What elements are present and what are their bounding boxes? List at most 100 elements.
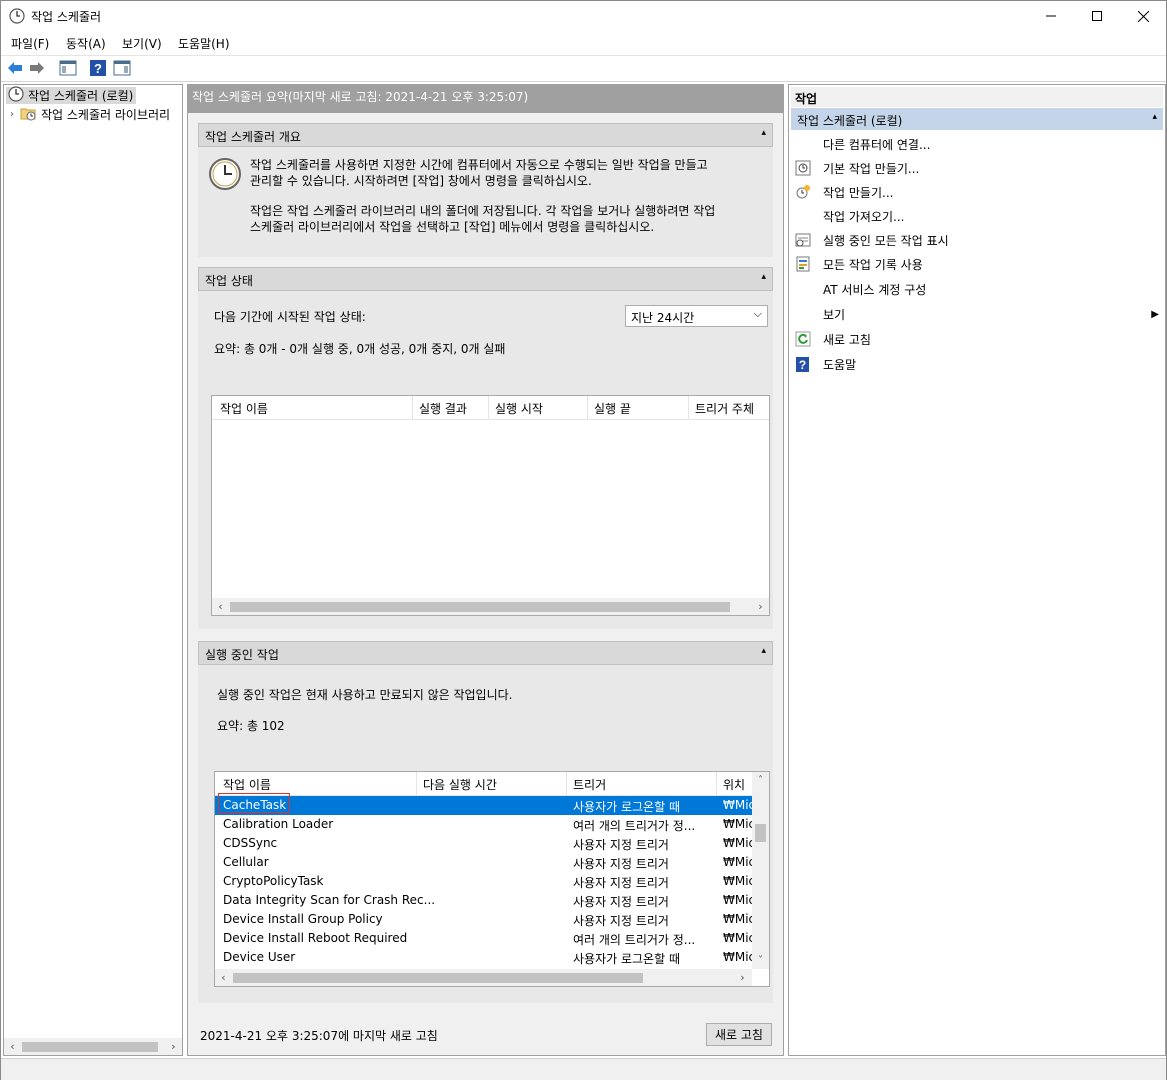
svg-text:?: ? bbox=[94, 61, 102, 76]
scroll-up-icon[interactable]: ˄ bbox=[752, 772, 769, 789]
cell-task-name: CDSSync bbox=[223, 836, 278, 850]
table-row[interactable]: Calibration Loader 여러 개의 트리거가 정... ₩Mic bbox=[215, 815, 755, 834]
maximize-button[interactable] bbox=[1074, 1, 1120, 31]
col-next-run-time[interactable]: 다음 실행 시간 bbox=[423, 776, 497, 793]
action-create-basic-task[interactable]: 기본 작업 만들기... bbox=[793, 157, 1161, 179]
action-refresh[interactable]: 새로 고침 bbox=[793, 328, 1161, 350]
actions-group-header[interactable]: 작업 스케줄러 (로컬) ▴ bbox=[791, 108, 1163, 130]
overview-section-header[interactable]: 작업 스케줄러 개요 ▴ bbox=[198, 123, 773, 147]
col-run-result[interactable]: 실행 결과 bbox=[419, 400, 467, 417]
scroll-left-icon[interactable]: ‹ bbox=[4, 1038, 21, 1055]
cell-trigger: 사용자 지정 트리거 bbox=[573, 857, 669, 871]
cell-task-name: Calibration Loader bbox=[223, 817, 334, 831]
cell-location: ₩Mic bbox=[723, 836, 756, 850]
help-icon[interactable]: ? bbox=[89, 59, 109, 79]
cell-task-name: Data Integrity Scan for Crash Rec... bbox=[223, 893, 436, 907]
cell-task-name: Device User bbox=[223, 950, 296, 964]
table-row[interactable]: CryptoPolicyTask 사용자 지정 트리거 ₩Mic bbox=[215, 872, 755, 891]
scroll-thumb[interactable] bbox=[22, 1042, 158, 1052]
action-help[interactable]: ? 도움말 bbox=[793, 353, 1161, 375]
col-task-name[interactable]: 작업 이름 bbox=[220, 400, 268, 417]
running-tasks-grid: 작업 이름 다음 실행 시간 트리거 위치 CacheTask 사용자가 로그온할… bbox=[214, 771, 770, 987]
status-grid-hscrollbar[interactable]: ‹ › bbox=[212, 598, 769, 615]
scroll-right-icon[interactable]: › bbox=[165, 1038, 182, 1055]
action-view[interactable]: 보기 ▶ bbox=[793, 303, 1161, 325]
scroll-right-icon[interactable]: › bbox=[752, 598, 769, 615]
clock-large-icon bbox=[208, 157, 242, 194]
scroll-thumb[interactable] bbox=[230, 602, 730, 612]
cell-task-name: Cellular bbox=[223, 855, 269, 869]
scroll-thumb[interactable] bbox=[755, 824, 766, 842]
minimize-button[interactable] bbox=[1028, 1, 1074, 31]
cell-trigger: 사용자가 로그온할 때 bbox=[573, 952, 680, 966]
running-tasks-section-header[interactable]: 실행 중인 작업 ▴ bbox=[198, 641, 773, 665]
blank-icon bbox=[795, 281, 811, 297]
cell-location: ₩Mic bbox=[723, 912, 756, 926]
cell-trigger: 사용자 지정 트리거 bbox=[573, 914, 669, 928]
table-row[interactable]: Device Install Group Policy 사용자 지정 트리거 ₩Mi… bbox=[215, 910, 756, 929]
col-trigger[interactable]: 트리거 bbox=[573, 776, 606, 793]
table-row[interactable]: CDSSync 사용자 지정 트리거 ₩Mic bbox=[215, 834, 756, 853]
running-grid-hscrollbar[interactable]: ‹ › bbox=[215, 969, 752, 986]
menu-action[interactable]: 동작(A) bbox=[66, 35, 106, 52]
tree-horizontal-scrollbar[interactable]: ‹ › bbox=[4, 1038, 182, 1055]
collapse-icon[interactable]: ▴ bbox=[761, 128, 766, 138]
forward-arrow-icon[interactable] bbox=[28, 59, 48, 79]
action-import-task[interactable]: 작업 가져오기... bbox=[793, 205, 1161, 227]
running-summary: 요약: 총 102 bbox=[217, 719, 285, 733]
period-dropdown[interactable]: 지난 24시간 ⌵ bbox=[625, 305, 768, 327]
task-status-summary: 요약: 총 0개 - 0개 실행 중, 0개 성공, 0개 중지, 0개 실패 bbox=[214, 342, 506, 356]
table-row[interactable]: Data Integrity Scan for Crash Rec... 사용자 … bbox=[215, 891, 755, 910]
collapse-icon[interactable]: ▴ bbox=[761, 272, 766, 282]
scroll-left-icon[interactable]: ‹ bbox=[215, 969, 232, 986]
col-run-start[interactable]: 실행 시작 bbox=[495, 400, 543, 417]
show-hide-tree-icon[interactable] bbox=[59, 59, 79, 79]
show-hide-action-pane-icon[interactable] bbox=[113, 59, 133, 79]
running-grid-header: 작업 이름 다음 실행 시간 트리거 위치 bbox=[215, 772, 752, 796]
action-create-task[interactable]: 작업 만들기... bbox=[793, 181, 1161, 203]
period-label: 다음 기간에 시작된 작업 상태: bbox=[214, 310, 366, 324]
clock-icon bbox=[8, 86, 24, 105]
table-row[interactable]: Device User 사용자가 로그온할 때 ₩Mic bbox=[215, 948, 755, 967]
scroll-left-icon[interactable]: ‹ bbox=[212, 598, 229, 615]
tree-item-task-scheduler-library[interactable]: › 작업 스케줄러 라이브러리 bbox=[8, 106, 170, 123]
scroll-down-icon[interactable]: ˅ bbox=[752, 952, 769, 969]
task-status-section-header[interactable]: 작업 상태 ▴ bbox=[198, 267, 773, 291]
chevron-right-icon[interactable]: › bbox=[10, 109, 14, 120]
table-row[interactable]: CacheTask 사용자가 로그온할 때 ₩Mic bbox=[215, 793, 755, 815]
action-enable-task-history[interactable]: 모든 작업 기록 사용 bbox=[793, 253, 1161, 275]
window-title: 작업 스케줄러 bbox=[31, 10, 102, 24]
tree-item-task-scheduler-local[interactable]: 작업 스케줄러 (로컬) bbox=[6, 86, 137, 105]
menu-file[interactable]: 파일(F) bbox=[11, 35, 49, 52]
running-grid-vscrollbar[interactable]: ˄ ˅ bbox=[752, 772, 769, 969]
overview-text-2a: 작업은 작업 스케줄러 라이브러리 내의 폴더에 저장됩니다. 각 작업을 보거… bbox=[250, 204, 716, 218]
action-connect-computer[interactable]: 다른 컴퓨터에 연결... bbox=[793, 133, 1161, 155]
cell-trigger: 여러 개의 트리거가 정... bbox=[573, 933, 696, 947]
action-display-running-tasks[interactable]: 실행 중인 모든 작업 표시 bbox=[793, 229, 1161, 251]
action-at-service-account[interactable]: AT 서비스 계정 구성 bbox=[793, 278, 1161, 300]
tree-root-label: 작업 스케줄러 (로컬) bbox=[28, 89, 134, 103]
task-status-title: 작업 상태 bbox=[205, 274, 253, 288]
scroll-right-icon[interactable]: › bbox=[734, 969, 751, 986]
folder-clock-icon bbox=[20, 105, 36, 124]
col-run-end[interactable]: 실행 끝 bbox=[594, 400, 631, 417]
col-location[interactable]: 위치 bbox=[723, 776, 745, 793]
back-arrow-icon[interactable] bbox=[6, 59, 26, 79]
actions-group-label: 작업 스케줄러 (로컬) bbox=[797, 114, 903, 128]
collapse-icon[interactable]: ▴ bbox=[761, 646, 766, 656]
refresh-button[interactable]: 새로 고침 bbox=[706, 1023, 772, 1046]
table-row[interactable]: Device Install Reboot Required 여러 개의 트리거가… bbox=[215, 929, 755, 948]
overview-section: 작업 스케줄러 개요 ▴ 작업 스케줄러를 사용하면 지정한 시간에 컴퓨터에서… bbox=[198, 123, 773, 257]
task-wizard-icon bbox=[795, 160, 811, 176]
running-tasks-title: 실행 중인 작업 bbox=[205, 648, 279, 662]
table-row[interactable]: Cellular 사용자 지정 트리거 ₩Mic bbox=[215, 853, 755, 872]
col-triggered-by[interactable]: 트리거 주체 bbox=[695, 400, 754, 417]
close-button[interactable] bbox=[1120, 1, 1166, 31]
scroll-thumb[interactable] bbox=[233, 973, 643, 983]
menu-view[interactable]: 보기(V) bbox=[122, 35, 162, 52]
col-task-name[interactable]: 작업 이름 bbox=[223, 776, 271, 793]
history-icon bbox=[795, 256, 811, 272]
menu-help[interactable]: 도움말(H) bbox=[178, 35, 230, 52]
collapse-icon[interactable]: ▴ bbox=[1152, 112, 1157, 122]
status-bar bbox=[1, 1058, 1166, 1080]
